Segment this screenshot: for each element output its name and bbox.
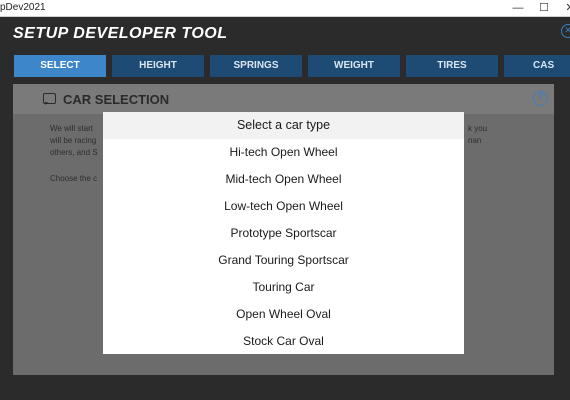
car-type-option[interactable]: Open Wheel Oval: [103, 301, 464, 328]
instruction-text: Choose the c: [50, 174, 98, 183]
tab-height[interactable]: HEIGHT: [112, 55, 204, 77]
car-type-option[interactable]: Hi-tech Open Wheel: [103, 139, 464, 166]
panel-header: CAR SELECTION ?: [13, 84, 554, 114]
intro-text-line: We will start: [50, 124, 93, 133]
tab-weight[interactable]: WEIGHT: [308, 55, 400, 77]
intro-text-line: will be racing: [50, 136, 97, 145]
maximize-button[interactable]: ☐: [530, 0, 558, 17]
dialog-title: Select a car type: [103, 112, 464, 139]
minimize-button[interactable]: —: [504, 0, 532, 17]
intro-text-line: others, and S: [50, 148, 98, 157]
tab-tires[interactable]: TIRES: [406, 55, 498, 77]
car-type-option[interactable]: Grand Touring Sportscar: [103, 247, 464, 274]
car-type-option[interactable]: Stock Car Oval: [103, 328, 464, 355]
car-type-option[interactable]: Low-tech Open Wheel: [103, 193, 464, 220]
title-bar: pDev2021 — ☐ ✕: [0, 0, 570, 17]
car-type-option[interactable]: Prototype Sportscar: [103, 220, 464, 247]
close-circle-icon[interactable]: ✕: [561, 24, 570, 38]
tab-springs[interactable]: SPRINGS: [210, 55, 302, 77]
intro-text-fragment: nan: [468, 136, 482, 145]
close-window-button[interactable]: ✕: [556, 0, 570, 17]
chat-bubble-icon: [43, 93, 56, 105]
car-type-option[interactable]: Mid-tech Open Wheel: [103, 166, 464, 193]
app-heading: SETUP DEVELOPER TOOL: [13, 25, 228, 42]
window-title: pDev2021: [0, 2, 46, 13]
help-icon[interactable]: ?: [533, 91, 548, 106]
car-type-option[interactable]: Touring Car: [103, 274, 464, 301]
tab-cas[interactable]: CAS: [504, 55, 570, 77]
tab-select[interactable]: SELECT: [14, 55, 106, 77]
panel-title: CAR SELECTION: [63, 92, 170, 107]
intro-text-fragment: k you: [468, 124, 488, 133]
car-type-dialog: Select a car type Hi-tech Open Wheel Mid…: [103, 112, 464, 354]
